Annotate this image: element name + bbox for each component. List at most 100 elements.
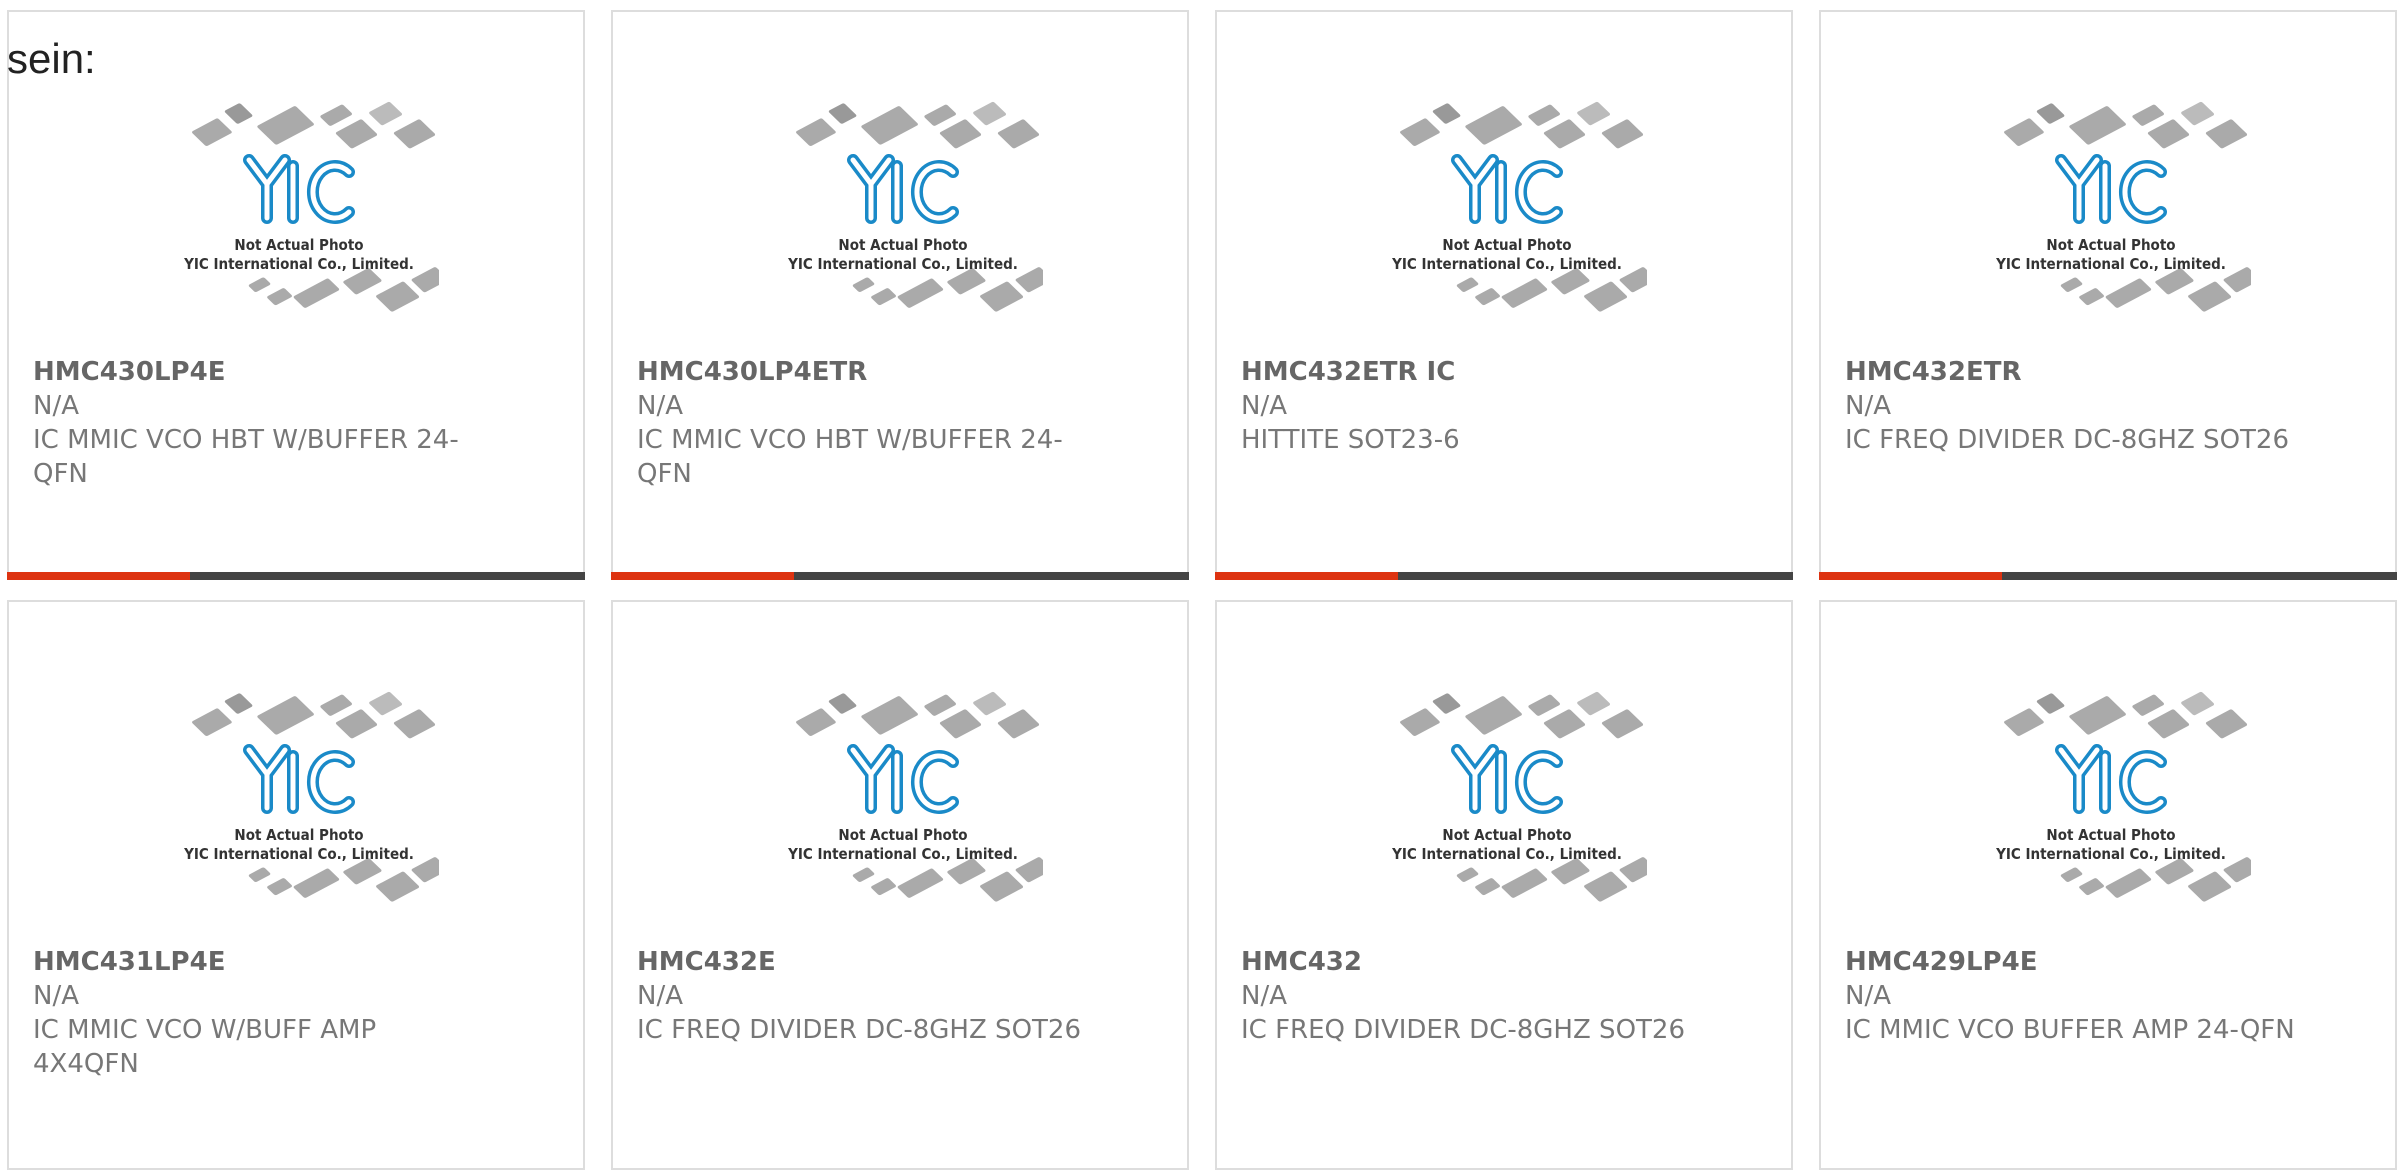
chip-icon xyxy=(2188,871,2232,902)
product-description: IC MMIC VCO W/BUFF AMP 4X4QFN xyxy=(33,1015,377,1079)
chip-icon xyxy=(2223,857,2261,883)
chip-icon xyxy=(796,708,836,736)
chip-icon xyxy=(1619,857,1657,883)
chip-icon xyxy=(267,288,292,306)
company-caption: YIC International Co., Limited. xyxy=(1995,255,2226,273)
product-name[interactable]: HMC430LP4E xyxy=(33,355,533,389)
yic-logo-icon xyxy=(243,744,355,814)
product-card[interactable]: Not Actual Photo YIC International Co., L… xyxy=(611,10,1189,580)
chip-icon xyxy=(861,696,918,735)
chip-icon xyxy=(1475,288,1500,306)
chip-icon xyxy=(1601,119,1644,149)
chip-icon xyxy=(1543,119,1586,149)
card-accent-bar xyxy=(1215,572,1398,580)
chip-icon xyxy=(1501,868,1548,898)
not-actual-photo-caption: Not Actual Photo xyxy=(838,236,967,254)
chip-icon xyxy=(1577,692,1611,716)
product-name[interactable]: HMC430LP4ETR xyxy=(637,355,1137,389)
product-name[interactable]: HMC429LP4E xyxy=(1845,945,2345,979)
yic-logo-icon xyxy=(1451,154,1563,224)
chip-icon xyxy=(973,692,1007,716)
chip-icon xyxy=(1619,267,1657,293)
chip-icon xyxy=(411,857,449,883)
product-manufacturer: N/A xyxy=(33,981,79,1011)
chip-icon xyxy=(335,119,378,149)
not-actual-photo-image: Not Actual PhotoYIC International Co., L… xyxy=(1391,102,1703,312)
chip-icon xyxy=(2079,288,2104,306)
chip-icon xyxy=(1528,694,1560,716)
chip-icon xyxy=(828,103,857,124)
chip-icon xyxy=(2132,694,2164,716)
product-description: IC MMIC VCO HBT W/BUFFER 24-QFN xyxy=(33,425,459,489)
chip-icon xyxy=(1432,693,1461,714)
chip-icon xyxy=(980,871,1024,902)
product-name[interactable]: HMC432ETR IC xyxy=(1241,355,1741,389)
product-manufacturer: N/A xyxy=(1845,981,1891,1011)
chip-icon xyxy=(411,267,449,293)
product-info: HMC430LP4E N/A IC MMIC VCO HBT W/BUFFER … xyxy=(33,355,533,491)
product-name[interactable]: HMC432 xyxy=(1241,945,1741,979)
product-name[interactable]: HMC432ETR xyxy=(1845,355,2345,389)
product-info: HMC430LP4ETR N/A IC MMIC VCO HBT W/BUFFE… xyxy=(637,355,1137,491)
chip-icon xyxy=(2147,119,2190,149)
product-info: HMC432 N/A IC FREQ DIVIDER DC-8GHZ SOT26 xyxy=(1241,945,1741,1047)
chip-icon xyxy=(257,696,314,735)
not-actual-photo-image: Not Actual PhotoYIC International Co., L… xyxy=(1995,102,2307,312)
chip-icon xyxy=(2132,104,2164,126)
not-actual-photo-caption: Not Actual Photo xyxy=(234,236,363,254)
chip-icon xyxy=(861,106,918,145)
chip-icon xyxy=(224,103,253,124)
chip-icon xyxy=(192,118,232,146)
chip-icon xyxy=(1432,103,1461,124)
product-description: IC MMIC VCO HBT W/BUFFER 24-QFN xyxy=(637,425,1063,489)
product-card[interactable]: Not Actual Photo YIC International Co., L… xyxy=(7,10,585,580)
product-card[interactable]: Not Actual Photo YIC International Co., L… xyxy=(7,600,585,1170)
product-name[interactable]: HMC431LP4E xyxy=(33,945,533,979)
chip-icon xyxy=(369,692,403,716)
chip-icon xyxy=(1584,281,1628,312)
chip-icon xyxy=(393,709,436,739)
product-card[interactable]: Not Actual Photo YIC International Co., L… xyxy=(611,600,1189,1170)
chip-icon xyxy=(973,102,1007,126)
not-actual-photo-image: Not Actual PhotoYIC International Co., L… xyxy=(1995,692,2307,902)
product-card[interactable]: Not Actual Photo YIC International Co., L… xyxy=(1819,10,2397,580)
chip-icon xyxy=(2147,709,2190,739)
chip-icon xyxy=(2205,709,2248,739)
chip-icon xyxy=(1400,118,1440,146)
chip-icon xyxy=(1456,867,1479,882)
not-actual-photo-caption: Not Actual Photo xyxy=(1442,236,1571,254)
product-info: HMC432ETR N/A IC FREQ DIVIDER DC-8GHZ SO… xyxy=(1845,355,2345,457)
placeholder-image: Not Actual Photo YIC International Co., L… xyxy=(1971,100,2307,352)
chip-icon xyxy=(1584,871,1628,902)
chip-icon xyxy=(2105,868,2152,898)
chip-icon xyxy=(924,104,956,126)
chip-icon xyxy=(939,709,982,739)
product-description: IC FREQ DIVIDER DC-8GHZ SOT26 xyxy=(637,1015,1081,1045)
not-actual-photo-image: Not Actual PhotoYIC International Co., L… xyxy=(183,692,495,902)
product-card[interactable]: Not Actual Photo YIC International Co., L… xyxy=(1215,10,1793,580)
yic-logo-icon xyxy=(2055,744,2167,814)
product-info: HMC432ETR IC N/A HITTITE SOT23-6 xyxy=(1241,355,1741,457)
product-card[interactable]: Not Actual Photo YIC International Co., L… xyxy=(1819,600,2397,1170)
chip-icon xyxy=(2004,708,2044,736)
product-manufacturer: N/A xyxy=(637,391,683,421)
chip-icon xyxy=(924,694,956,716)
chip-icon xyxy=(980,281,1024,312)
placeholder-image: Not Actual Photo YIC International Co., L… xyxy=(159,100,495,352)
chip-icon xyxy=(248,867,271,882)
chip-icon xyxy=(1543,709,1586,739)
product-card[interactable]: Not Actual Photo YIC International Co., L… xyxy=(1215,600,1793,1170)
not-actual-photo-image: Not Actual PhotoYIC International Co., L… xyxy=(1391,692,1703,902)
chip-icon xyxy=(1475,878,1500,896)
chip-icon xyxy=(828,693,857,714)
chip-icon xyxy=(1465,106,1522,145)
not-actual-photo-caption: Not Actual Photo xyxy=(838,826,967,844)
chip-icon xyxy=(2069,696,2126,735)
chip-icon xyxy=(2079,878,2104,896)
placeholder-image: Not Actual Photo YIC International Co., L… xyxy=(763,690,1099,942)
product-name[interactable]: HMC432E xyxy=(637,945,1137,979)
chip-icon xyxy=(2060,277,2083,292)
product-description: IC FREQ DIVIDER DC-8GHZ SOT26 xyxy=(1241,1015,1685,1045)
not-actual-photo-caption: Not Actual Photo xyxy=(2046,236,2175,254)
not-actual-photo-image: Not Actual PhotoYIC International Co., L… xyxy=(183,102,495,312)
